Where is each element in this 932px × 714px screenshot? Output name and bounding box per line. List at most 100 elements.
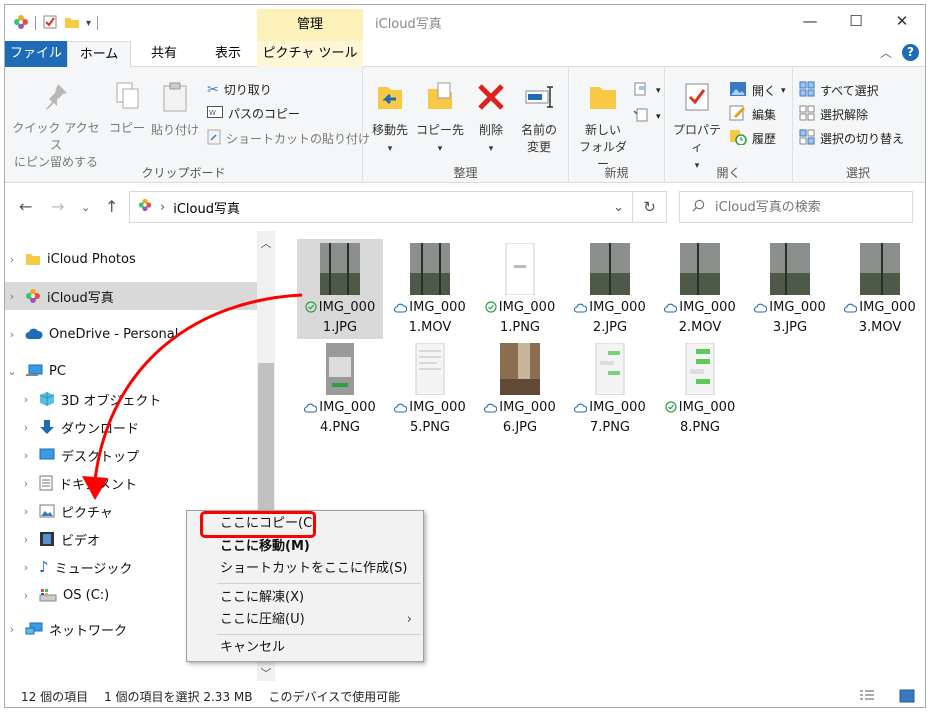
- history-button[interactable]: 履歴: [729, 129, 776, 148]
- file-item[interactable]: IMG_000 5.PNG: [387, 339, 473, 439]
- expand-chevron-icon[interactable]: ›: [19, 589, 33, 602]
- menu-item-move-here[interactable]: ここに移動(M): [188, 536, 422, 558]
- address-dropdown-icon[interactable]: ⌄: [613, 200, 624, 215]
- properties-check-icon[interactable]: [42, 14, 58, 33]
- recent-locations-icon[interactable]: ⌄: [81, 201, 90, 214]
- file-item[interactable]: IMG_000 3.MOV: [837, 239, 923, 339]
- easy-access-button[interactable]: ▾: [633, 107, 661, 126]
- scroll-down-icon[interactable]: ﹀: [257, 665, 275, 681]
- tab-home[interactable]: ホーム: [67, 41, 131, 68]
- drive-icon: [39, 588, 57, 602]
- tab-picture-tools[interactable]: ピクチャ ツール: [257, 41, 363, 67]
- details-view-icon[interactable]: [859, 689, 875, 706]
- address-bar[interactable]: › iCloud写真 ⌄ ↻: [129, 191, 667, 223]
- cut-label: 切り取り: [223, 83, 272, 97]
- paste-shortcut-button[interactable]: ショートカットの貼り付け: [207, 129, 370, 148]
- file-item[interactable]: IMG_000 1.MOV: [387, 239, 473, 339]
- menu-item-extract-here[interactable]: ここに解凍(X): [188, 587, 422, 609]
- open-label: 開く: [752, 84, 777, 98]
- invert-selection-label: 選択の切り替え: [820, 132, 905, 146]
- file-item[interactable]: IMG_000 1.PNG: [477, 239, 563, 339]
- select-none-button[interactable]: 選択解除: [799, 105, 868, 124]
- cloud-status-icon: [394, 301, 408, 319]
- paste-button[interactable]: 貼り付け: [149, 81, 201, 139]
- back-arrow-icon[interactable]: ←: [19, 197, 32, 216]
- expand-chevron-icon[interactable]: ›: [19, 477, 33, 490]
- file-item[interactable]: IMG_000 2.JPG: [567, 239, 653, 339]
- nav-item-icloud-shashin[interactable]: › iCloud写真: [5, 282, 257, 310]
- file-item[interactable]: IMG_000 7.PNG: [567, 339, 653, 439]
- nav-item-3d-objects[interactable]: › 3D オブジェクト: [5, 385, 257, 413]
- copy-path-button[interactable]: W パスのコピー: [207, 105, 300, 122]
- expand-chevron-icon[interactable]: ›: [5, 328, 19, 341]
- download-arrow-icon: [39, 419, 55, 435]
- copy-to-button[interactable]: コピー先 ▾: [415, 81, 465, 158]
- collapse-chevron-icon[interactable]: ⌄: [5, 365, 19, 378]
- breadcrumb-current[interactable]: iCloud写真: [173, 198, 240, 217]
- expand-chevron-icon[interactable]: ›: [19, 561, 33, 574]
- scroll-up-icon[interactable]: ︿: [257, 235, 275, 251]
- file-name-line1: IMG_000: [859, 300, 916, 315]
- tab-view[interactable]: 表示: [197, 41, 259, 67]
- file-item[interactable]: IMG_000 3.JPG: [747, 239, 833, 339]
- refresh-icon[interactable]: ↻: [632, 192, 666, 222]
- large-icons-view-icon[interactable]: [899, 689, 915, 706]
- copy-button[interactable]: コピー: [107, 81, 147, 137]
- file-item[interactable]: IMG_000 2.MOV: [657, 239, 743, 339]
- expand-chevron-icon[interactable]: ›: [19, 393, 33, 406]
- cloud-status-icon: [304, 401, 318, 419]
- expand-chevron-icon[interactable]: ›: [5, 253, 19, 266]
- maximize-button[interactable]: ☐: [833, 5, 879, 37]
- qat-dropdown-icon[interactable]: ▾: [86, 18, 91, 29]
- open-button[interactable]: 開く ▾: [729, 81, 786, 100]
- select-all-button[interactable]: すべて選択: [799, 81, 879, 100]
- properties-button[interactable]: プロパティ ▾: [669, 81, 725, 175]
- breadcrumb-chevron-icon[interactable]: ›: [160, 200, 165, 215]
- nav-item-pc[interactable]: ⌄ PC: [5, 357, 257, 385]
- nav-item-desktop[interactable]: › デスクトップ: [5, 441, 257, 469]
- search-input[interactable]: [715, 199, 895, 215]
- edit-button[interactable]: 編集: [729, 105, 776, 124]
- menu-item-cancel[interactable]: キャンセル: [188, 637, 422, 659]
- up-arrow-icon[interactable]: ↑: [105, 197, 118, 216]
- expand-chevron-icon[interactable]: ›: [19, 533, 33, 546]
- delete-button[interactable]: 削除 ▾: [471, 81, 511, 158]
- expand-chevron-icon[interactable]: ›: [5, 623, 19, 636]
- file-item[interactable]: IMG_000 4.PNG: [297, 339, 383, 439]
- menu-item-compress-here[interactable]: ここに圧縮(U) ›: [188, 609, 422, 631]
- nav-item-documents[interactable]: › ドキュメント: [5, 469, 257, 497]
- nav-item-onedrive[interactable]: › OneDrive - Personal: [5, 320, 257, 348]
- forward-arrow-icon[interactable]: →: [51, 197, 64, 216]
- move-to-button[interactable]: 移動先 ▾: [367, 81, 413, 158]
- expand-chevron-icon[interactable]: ›: [19, 449, 33, 462]
- context-tab-manage[interactable]: 管理: [257, 9, 363, 41]
- new-folder-icon[interactable]: [64, 14, 80, 33]
- new-folder-button[interactable]: 新しい フォルダー: [575, 81, 631, 173]
- new-item-button[interactable]: ▾: [633, 81, 661, 100]
- pin-quick-access-button[interactable]: クイック アクセス にピン留めする: [11, 81, 101, 171]
- synced-check-icon: [485, 301, 497, 319]
- menu-item-create-shortcut[interactable]: ショートカットをここに作成(S): [188, 558, 422, 580]
- properties-label: プロパティ: [672, 123, 721, 154]
- minimize-button[interactable]: —: [787, 5, 833, 37]
- search-box[interactable]: [679, 191, 913, 223]
- nav-item-downloads[interactable]: › ダウンロード: [5, 413, 257, 441]
- video-thumbnail: [860, 243, 900, 295]
- collapse-ribbon-icon[interactable]: ︿: [880, 44, 892, 61]
- file-name-line2: 1.MOV: [408, 320, 452, 335]
- invert-selection-button[interactable]: 選択の切り替え: [799, 129, 904, 148]
- rename-button[interactable]: 名前の 変更: [515, 81, 563, 156]
- file-item[interactable]: IMG_000 1.JPG: [297, 239, 383, 339]
- nav-item-icloud-photos[interactable]: › iCloud Photos: [5, 245, 257, 273]
- expand-chevron-icon[interactable]: ›: [19, 421, 33, 434]
- close-button[interactable]: ✕: [879, 5, 925, 37]
- file-item[interactable]: IMG_000 8.PNG: [657, 339, 743, 439]
- file-item[interactable]: IMG_000 6.JPG: [477, 339, 563, 439]
- synced-check-icon: [305, 301, 317, 319]
- expand-chevron-icon[interactable]: ›: [5, 290, 19, 303]
- expand-chevron-icon[interactable]: ›: [19, 505, 33, 518]
- tab-share[interactable]: 共有: [133, 41, 195, 67]
- help-icon[interactable]: ?: [902, 44, 919, 61]
- cut-button[interactable]: ✂ 切り取り: [207, 81, 272, 98]
- cloud-status-icon: [754, 301, 768, 319]
